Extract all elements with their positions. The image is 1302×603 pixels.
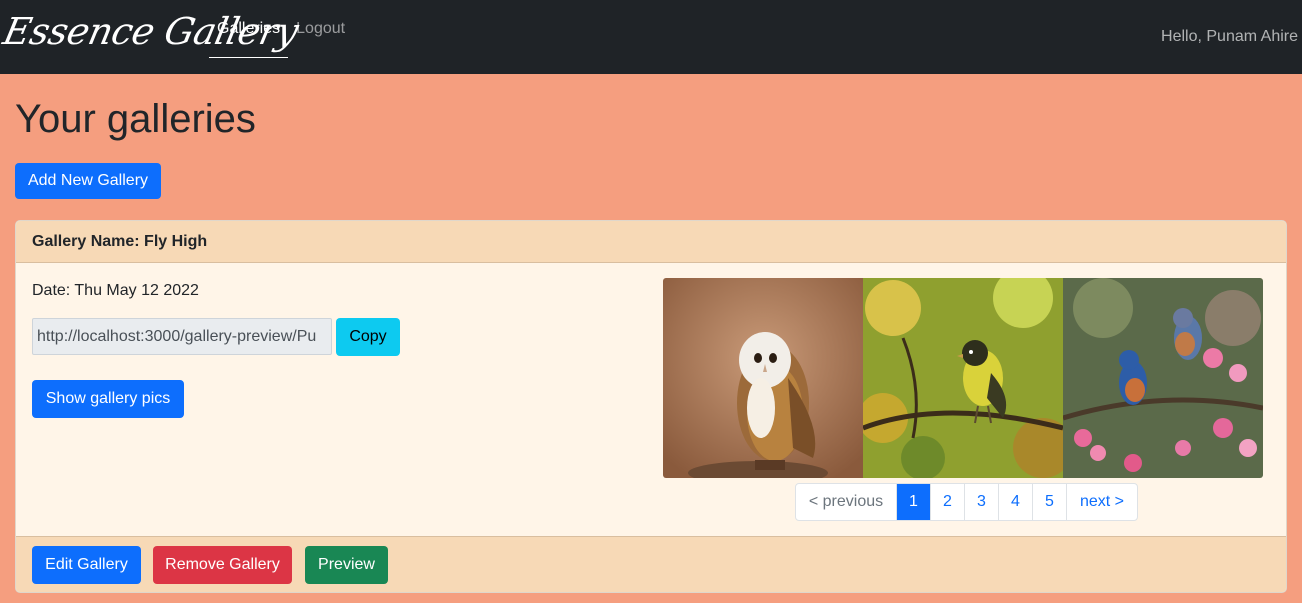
owl-photo[interactable] [663,278,863,478]
gallery-card-footer: Edit Gallery Remove Gallery Preview [16,536,1286,592]
copy-button[interactable]: Copy [336,318,400,356]
bluebird-photo[interactable] [1063,278,1263,478]
gallery-photos [663,278,1263,478]
edit-gallery-button[interactable]: Edit Gallery [32,546,141,584]
pagination-previous[interactable]: < previous [796,484,897,520]
remove-gallery-button[interactable]: Remove Gallery [153,546,292,584]
pagination-page-5[interactable]: 5 [1033,484,1067,520]
gallery-date: Date: Thu May 12 2022 [32,282,199,299]
navbar: Essence Gallery Galleries Logout Hello, … [0,0,1302,74]
brand-logo[interactable]: Essence Gallery [0,0,302,74]
yellow-bird-photo[interactable] [863,278,1063,478]
pagination-page-4[interactable]: 4 [999,484,1033,520]
gallery-card: Gallery Name: Fly High Date: Thu May 12 … [15,220,1287,593]
user-greeting: Hello, Punam Ahire [1161,28,1298,45]
pagination-page-1[interactable]: 1 [897,484,931,520]
nav-link-logout[interactable]: Logout [288,0,353,58]
gallery-card-header: Gallery Name: Fly High [16,221,1286,263]
nav-link-galleries[interactable]: Galleries [209,0,289,58]
pagination-page-2[interactable]: 2 [931,484,965,520]
gallery-name: Gallery Name: Fly High [32,232,208,250]
show-gallery-pics-button[interactable]: Show gallery pics [32,380,184,418]
nav-links: Galleries Logout [209,0,353,74]
pagination-page-3[interactable]: 3 [965,484,999,520]
photo-pagination: < previous 1 2 3 4 5 next > [795,483,1138,521]
preview-button[interactable]: Preview [305,546,388,584]
page-title: Your galleries [15,97,256,141]
gallery-url-field[interactable] [32,318,332,355]
pagination-next[interactable]: next > [1067,484,1137,520]
add-new-gallery-button[interactable]: Add New Gallery [15,163,161,199]
